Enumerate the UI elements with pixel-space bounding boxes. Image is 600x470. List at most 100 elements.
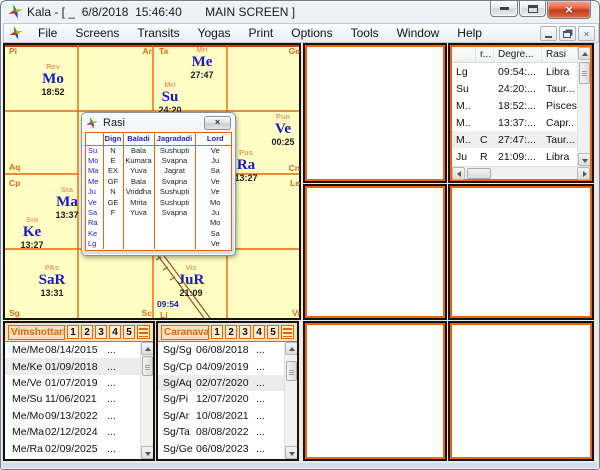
scroll-down-button[interactable]	[285, 446, 297, 459]
positions-vertical-scrollbar[interactable]	[577, 47, 590, 166]
scroll-right-button[interactable]	[577, 167, 590, 180]
dasha-start-date: 01/09/2018	[45, 361, 107, 373]
vimshottari-scrollbar[interactable]	[140, 342, 153, 459]
scroll-down-button[interactable]	[578, 153, 590, 166]
empty-panel-bottom-left[interactable]	[303, 321, 447, 461]
dasha-period: Me/Me	[5, 344, 45, 356]
vimshottari-period-row[interactable]: Me/Su11/06/2021...	[5, 391, 140, 407]
menu-item-yogas[interactable]: Yogas	[189, 24, 240, 42]
menu-item-options[interactable]: Options	[282, 24, 341, 42]
rasi-table-row[interactable]: MaEXYuvaJagratSa	[86, 166, 232, 176]
rasi-table-row[interactable]: SaFYuvaSvapnaJu	[86, 207, 232, 217]
caranavamsa-level-button-5[interactable]: 5	[267, 325, 279, 339]
caranavamsa-level-button-1[interactable]: 1	[211, 325, 223, 339]
rasi-table-row[interactable]: MoEKumaraSvapnaJu	[86, 155, 232, 165]
caranavamsa-level-button-2[interactable]: 2	[225, 325, 237, 339]
positions-row[interactable]: M..C27:47:...Taur...	[452, 131, 577, 148]
scroll-up-button[interactable]	[578, 47, 590, 60]
scroll-down-button[interactable]	[141, 446, 153, 459]
vimshottari-level-button-1[interactable]: 1	[67, 325, 79, 339]
scroll-thumb[interactable]	[142, 356, 153, 376]
vimshottari-level-button-5[interactable]: 5	[123, 325, 135, 339]
scroll-up-button[interactable]	[285, 342, 297, 355]
mdi-minimize-button[interactable]	[540, 26, 557, 41]
rasi-dialog-close-button[interactable]: ×	[204, 116, 231, 130]
rasi-table-row[interactable]: KeSa	[86, 228, 232, 238]
menu-item-screens[interactable]: Screens	[66, 24, 128, 42]
positions-row[interactable]: M..13:37:...Capr..	[452, 114, 577, 131]
rasi-cell: Bala	[123, 145, 154, 155]
planet-degree: 00:25	[271, 138, 294, 147]
menu-item-window[interactable]: Window	[388, 24, 449, 42]
vimshottari-period-row[interactable]: Me/Ma02/12/2024...	[5, 424, 140, 440]
caranavamsa-level-button-3[interactable]: 3	[239, 325, 251, 339]
menu-item-transits[interactable]: Transits	[128, 24, 188, 42]
caranavamsa-period-row[interactable]: Sg/Ar10/08/2021...	[158, 408, 284, 424]
positions-row[interactable]: Su24:20:...Taur...	[452, 80, 577, 97]
tab-vimshottari[interactable]: Vimshottari	[8, 325, 65, 340]
rasi-dialog[interactable]: Rasi × DignBaladiJagradadiLordSuNBalaSus…	[81, 112, 236, 256]
caranavamsa-period-row[interactable]: Sg/Ta08/08/2022...	[158, 424, 284, 440]
vimshottari-period-row[interactable]: Me/Mo09/13/2022...	[5, 408, 140, 424]
empty-panel-mid-right[interactable]	[448, 184, 594, 320]
vimshottari-period-row[interactable]: Me/Ve01/07/2019...	[5, 375, 140, 391]
minimize-button[interactable]	[490, 1, 518, 17]
menu-item-help[interactable]: Help	[448, 24, 491, 42]
rasi-table-row[interactable]: VeGEMritaSushuptiMo	[86, 197, 232, 207]
maximize-button[interactable]	[519, 1, 546, 17]
positions-row[interactable]: Lg09:54:...Libra	[452, 63, 577, 80]
scroll-thumb[interactable]	[579, 62, 590, 84]
vimshottari-level-button-2[interactable]: 2	[81, 325, 93, 339]
empty-panel-top-left[interactable]	[303, 43, 447, 183]
scroll-thumb[interactable]	[467, 168, 491, 179]
planet-abbr: Sa	[86, 207, 103, 217]
dasha-period: Sg/Ta	[158, 426, 196, 438]
rasi-table-row[interactable]: SuNBalaSushuptiVe	[86, 145, 232, 155]
vimshottari-period-row[interactable]: Me/Ra02/09/2025...	[5, 440, 140, 456]
vimshottari-level-button-3[interactable]: 3	[95, 325, 107, 339]
positions-row[interactable]: M..18:52:...Pisces	[452, 97, 577, 114]
arrow-left-icon	[457, 171, 461, 177]
scroll-left-button[interactable]	[452, 167, 465, 180]
rasi-table-row[interactable]: JuNVriddhaSushuptiVe	[86, 187, 232, 197]
mdi-close-button[interactable]: ×	[578, 26, 595, 41]
positions-column-header[interactable]	[452, 47, 476, 62]
positions-column-header[interactable]: Degre...	[494, 47, 542, 62]
caranavamsa-period-row[interactable]: Sg/Ge06/08/2023...	[158, 440, 284, 456]
dasha-options-button[interactable]	[281, 325, 294, 339]
menu-item-file[interactable]: File	[29, 24, 66, 42]
dasha-options-button[interactable]	[137, 325, 150, 339]
caranavamsa-period-row[interactable]: Sg/Pi12/07/2020...	[158, 391, 284, 407]
planet-abbr: Ve	[86, 197, 103, 207]
title-bar[interactable]: Kala - [ _ 6/8/2018 15:46:40 MAIN SCREEN…	[1, 1, 599, 23]
menu-item-print[interactable]: Print	[240, 24, 283, 42]
mdi-restore-button[interactable]	[559, 26, 576, 41]
positions-cell: R	[476, 151, 494, 163]
positions-horizontal-scrollbar[interactable]	[452, 166, 590, 179]
rasi-cell	[123, 228, 154, 238]
rasi-cell: Svapna	[154, 207, 195, 217]
empty-panel-mid-left[interactable]	[303, 184, 447, 320]
rasi-table-row[interactable]: LgVe	[86, 239, 232, 249]
caranavamsa-level-button-4[interactable]: 4	[253, 325, 265, 339]
close-button[interactable]: ×	[547, 1, 591, 19]
tab-caranavamsa[interactable]: Caranavamsa	[161, 325, 209, 340]
vimshottari-level-button-4[interactable]: 4	[109, 325, 121, 339]
vimshottari-period-row[interactable]: Me/Ke01/09/2018...	[5, 358, 140, 374]
positions-row[interactable]: JuR21:09:...Libra	[452, 148, 577, 165]
empty-panel-bottom-right[interactable]	[448, 321, 594, 461]
menu-item-tools[interactable]: Tools	[342, 24, 388, 42]
caranavamsa-period-row[interactable]: Sg/Sg06/08/2018...	[158, 342, 284, 358]
caranavamsa-period-row[interactable]: Sg/Aq02/07/2020...	[158, 375, 284, 391]
caranavamsa-period-row[interactable]: Sg/Cp04/09/2019...	[158, 358, 284, 374]
rasi-table-row[interactable]: MeGFBalaSvapnaVe	[86, 176, 232, 186]
scroll-thumb[interactable]	[286, 361, 297, 381]
positions-column-header[interactable]: r...	[476, 47, 494, 62]
positions-column-header[interactable]: Rasi	[542, 47, 577, 62]
dasha-period: Sg/Ge	[158, 443, 196, 455]
caranavamsa-scrollbar[interactable]	[284, 342, 297, 459]
scroll-up-button[interactable]	[141, 342, 153, 355]
rasi-dialog-title-bar[interactable]: Rasi ×	[82, 113, 235, 132]
rasi-table-row[interactable]: RaMo	[86, 218, 232, 228]
vimshottari-period-row[interactable]: Me/Me08/14/2015...	[5, 342, 140, 358]
